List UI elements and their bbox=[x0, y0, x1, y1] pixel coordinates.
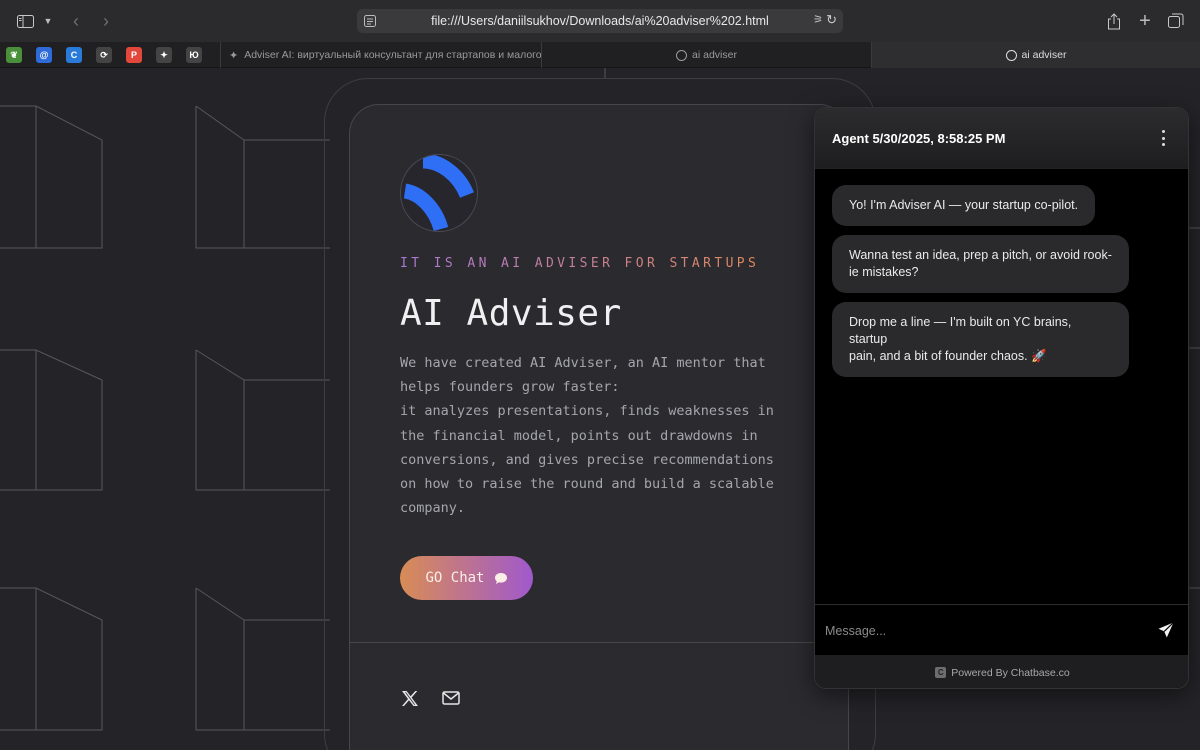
chat-message: Drop me a line — I'm built on YC brains,… bbox=[832, 302, 1129, 377]
tab-label: ai adviser bbox=[692, 49, 737, 61]
mail-icon[interactable] bbox=[441, 688, 461, 708]
forward-arrow-icon[interactable]: › bbox=[96, 10, 116, 32]
chat-bubble-icon bbox=[494, 572, 508, 585]
message-line: pain, and a bit of founder chaos. 🚀 bbox=[849, 349, 1047, 363]
go-chat-button[interactable]: GO Chat bbox=[400, 556, 533, 600]
tab-overview-icon[interactable] bbox=[1166, 10, 1186, 32]
chat-header-title: Agent 5/30/2025, 8:58:25 PM bbox=[832, 131, 1006, 146]
address-bar[interactable]: file:///Users/daniilsukhov/Downloads/ai%… bbox=[357, 9, 843, 33]
description-line: the financial model, points out drawdown… bbox=[400, 427, 758, 444]
chat-widget: Agent 5/30/2025, 8:58:25 PM Yo! I'm Advi… bbox=[814, 107, 1189, 689]
hero-title: AI Adviser bbox=[400, 293, 622, 334]
url-text: file:///Users/daniilsukhov/Downloads/ai%… bbox=[431, 14, 769, 28]
message-line: Wanna test an idea, prep a pitch, or avo… bbox=[849, 248, 1112, 262]
tab-label: ai adviser bbox=[1021, 49, 1067, 61]
send-icon[interactable] bbox=[1157, 621, 1175, 639]
favorite-leaf-icon[interactable]: ❦ bbox=[6, 47, 22, 63]
sparkle-icon: ✦ bbox=[229, 49, 239, 62]
chat-input-row bbox=[815, 604, 1188, 655]
chat-footer: C Powered By Chatbase.co bbox=[815, 655, 1188, 688]
page-viewport: IT IS AN AI ADVISER FOR STARTUPS AI Advi… bbox=[0, 68, 1200, 750]
tab-label: Adviser AI: виртуальный консультант для … bbox=[244, 49, 541, 61]
favorite-c-icon[interactable]: C bbox=[66, 47, 82, 63]
message-line: ie mistakes? bbox=[849, 265, 919, 279]
favorite-yc-icon[interactable]: Ю bbox=[186, 47, 202, 63]
x-twitter-icon[interactable] bbox=[400, 688, 420, 708]
description-line: helps founders grow faster: bbox=[400, 379, 620, 396]
compass-icon bbox=[676, 49, 688, 61]
browser-toolbar: ▼ ‹ › file:///Users/daniilsukhov/Downloa… bbox=[0, 0, 1200, 42]
sidebar-toggle-icon[interactable] bbox=[14, 10, 36, 32]
description-line: company. bbox=[400, 500, 466, 517]
chatbase-logo-icon: C bbox=[935, 667, 947, 678]
chevron-down-icon[interactable]: ▼ bbox=[40, 10, 56, 32]
favorite-sparkle-icon[interactable]: ✦ bbox=[156, 47, 172, 63]
hero-kicker: IT IS AN AI ADVISER FOR STARTUPS bbox=[400, 256, 760, 271]
favorite-p-icon[interactable]: P bbox=[126, 47, 142, 63]
hero-card: IT IS AN AI ADVISER FOR STARTUPS AI Advi… bbox=[349, 104, 849, 750]
share-icon[interactable] bbox=[1104, 10, 1124, 32]
back-arrow-icon[interactable]: ‹ bbox=[66, 10, 86, 32]
favorite-at-icon[interactable]: @ bbox=[36, 47, 52, 63]
message-line: Yo! I'm Adviser AI — your startup co-pil… bbox=[849, 198, 1079, 212]
tab-adviser-ai[interactable]: ✦ Adviser AI: виртуальный консультант дл… bbox=[220, 42, 541, 68]
chat-header: Agent 5/30/2025, 8:58:25 PM bbox=[815, 108, 1188, 169]
translate-icon[interactable]: ⚞ bbox=[813, 13, 823, 26]
adviser-logo-icon bbox=[400, 154, 478, 232]
message-line: Drop me a line — I'm built on YC brains,… bbox=[849, 315, 1072, 346]
hero-description: We have created AI Adviser, an AI mentor… bbox=[400, 351, 810, 520]
description-line: conversions, and gives precise recommend… bbox=[400, 451, 774, 468]
new-tab-icon[interactable]: + bbox=[1135, 10, 1155, 32]
chat-message: Wanna test an idea, prep a pitch, or avo… bbox=[832, 235, 1129, 293]
go-chat-label: GO Chat bbox=[425, 570, 485, 586]
tab-ai-adviser-1[interactable]: ai adviser bbox=[541, 42, 871, 68]
favorite-sync-icon[interactable]: ⟳ bbox=[96, 47, 112, 63]
reload-icon[interactable]: ↻ bbox=[826, 12, 837, 28]
description-line: it analyzes presentations, finds weaknes… bbox=[400, 403, 774, 420]
more-options-icon[interactable] bbox=[1160, 130, 1166, 146]
chat-message: Yo! I'm Adviser AI — your startup co-pil… bbox=[832, 185, 1096, 226]
compass-icon bbox=[1005, 49, 1017, 61]
powered-by-link[interactable]: Powered By Chatbase.co bbox=[951, 667, 1069, 679]
description-line: on how to raise the round and build a sc… bbox=[400, 476, 774, 493]
tab-bar: ❦ @ C ⟳ P ✦ Ю ✦ Adviser AI: виртуальный … bbox=[0, 42, 1200, 68]
message-input[interactable] bbox=[825, 620, 1125, 642]
description-line: We have created AI Adviser, an AI mentor… bbox=[400, 355, 766, 371]
card-divider bbox=[350, 642, 848, 643]
tab-ai-adviser-2[interactable]: ai adviser bbox=[871, 42, 1200, 68]
